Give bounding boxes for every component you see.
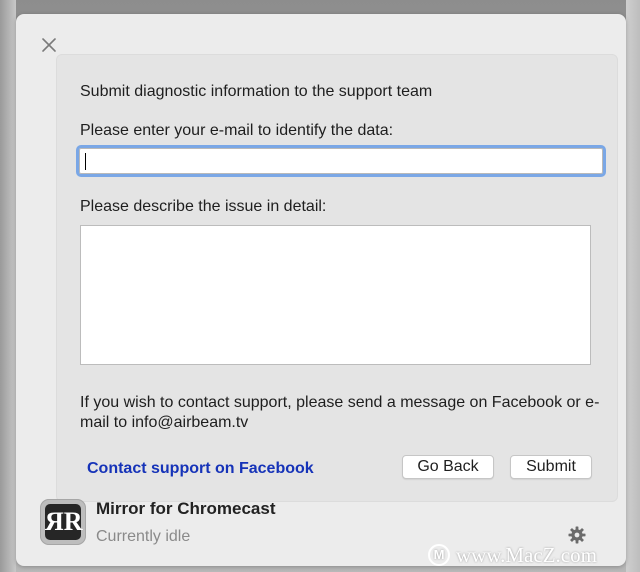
panel-title: Submit diagnostic information to the sup… xyxy=(80,83,433,100)
watermark-logo-icon: M xyxy=(428,544,450,566)
submit-button[interactable]: Submit xyxy=(510,455,592,479)
app-logo-icon: ЯR xyxy=(40,499,86,545)
popover-arrow xyxy=(323,14,351,30)
desktop-backdrop-right xyxy=(626,0,640,572)
go-back-button[interactable]: Go Back xyxy=(402,455,494,479)
close-button[interactable] xyxy=(40,36,58,54)
popover-window: Submit diagnostic information to the sup… xyxy=(16,14,626,566)
app-status: Currently idle xyxy=(96,528,191,545)
app-logo-letters: ЯR xyxy=(45,504,83,540)
watermark-text: www.MacZ.com xyxy=(456,542,597,567)
app-name: Mirror for Chromecast xyxy=(96,499,276,518)
contact-facebook-link[interactable]: Contact support on Facebook xyxy=(87,460,314,478)
issue-description-field[interactable] xyxy=(80,225,591,365)
email-field[interactable] xyxy=(76,145,606,177)
text-caret xyxy=(85,153,86,170)
support-note: If you wish to contact support, please s… xyxy=(80,394,600,431)
issue-label: Please describe the issue in detail: xyxy=(80,198,327,215)
close-icon xyxy=(42,38,56,52)
site-watermark: M www.MacZ.com xyxy=(428,542,597,568)
email-label: Please enter your e-mail to identify the… xyxy=(80,122,394,139)
desktop-backdrop-left xyxy=(0,0,16,572)
diagnostic-panel: Submit diagnostic information to the sup… xyxy=(56,54,618,502)
